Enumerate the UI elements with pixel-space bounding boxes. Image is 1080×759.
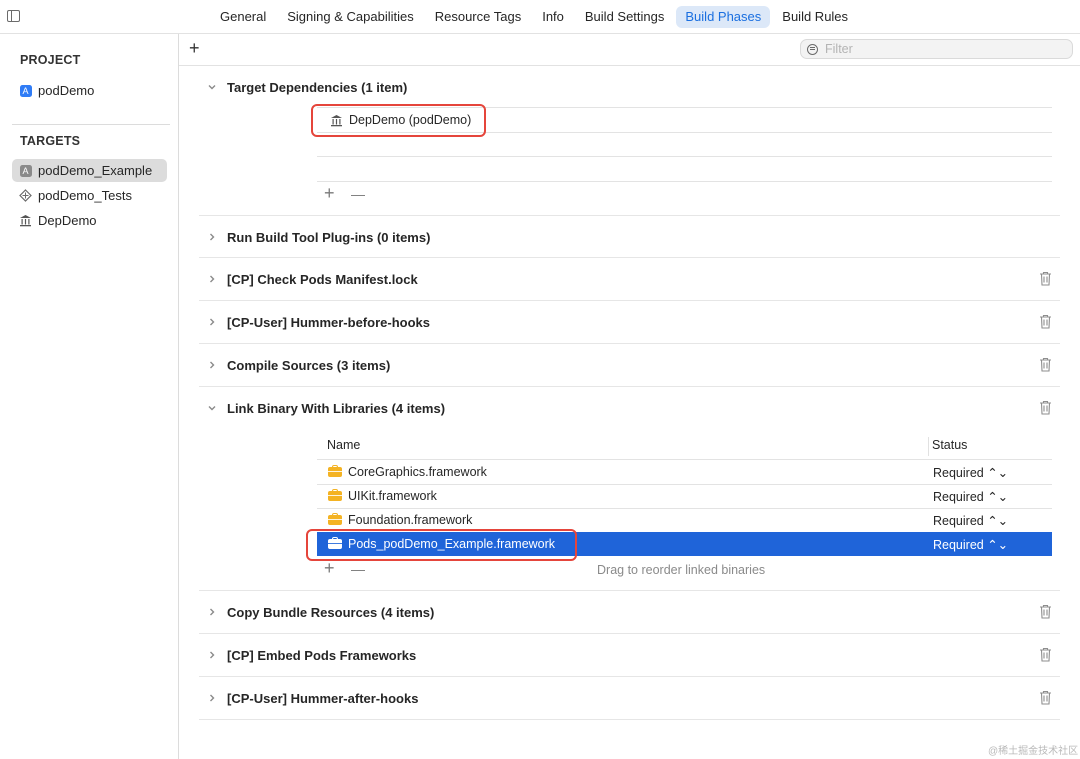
chevron-right-icon[interactable] [206, 273, 218, 285]
chevron-right-icon[interactable] [206, 649, 218, 661]
filter-icon [807, 43, 818, 55]
tab-build-phases[interactable]: Build Phases [676, 6, 771, 28]
trash-icon[interactable] [1039, 400, 1053, 416]
project-navigator-sidebar: PROJECT A podDemo TARGETS A podDemo_Exam… [0, 34, 179, 759]
phase-header[interactable]: Compile Sources (3 items) [199, 355, 390, 375]
column-header-status[interactable]: Status [932, 438, 967, 452]
library-name: Foundation.framework [348, 513, 473, 527]
app-icon: A [19, 164, 32, 177]
library-row[interactable]: CoreGraphics.framework Required ⌃⌄ [317, 460, 1052, 484]
remove-library-button[interactable]: — [351, 561, 365, 577]
phase-title: [CP-User] Hummer-before-hooks [227, 314, 430, 330]
filter-input[interactable] [823, 41, 1057, 57]
phase-divider [199, 257, 1060, 258]
test-bundle-icon [19, 189, 32, 202]
add-library-button[interactable]: + [324, 558, 335, 579]
sidebar-item-target-depdemo[interactable]: DepDemo [12, 209, 167, 232]
framework-toolbox-icon [328, 513, 342, 525]
status-popup[interactable]: Required ⌃⌄ [933, 513, 1008, 528]
phase-header[interactable]: Copy Bundle Resources (4 items) [199, 602, 434, 622]
tab-build-settings[interactable]: Build Settings [576, 6, 674, 28]
highlight-box [306, 529, 577, 561]
table-divider [317, 181, 1052, 182]
chevron-down-icon[interactable] [206, 81, 218, 93]
phase-divider [199, 590, 1060, 591]
drag-hint: Drag to reorder linked binaries [597, 563, 766, 577]
tab-signing-capabilities[interactable]: Signing & Capabilities [278, 6, 422, 28]
project-icon: A [19, 84, 32, 97]
framework-toolbox-icon [328, 489, 342, 501]
phase-title: Copy Bundle Resources (4 items) [227, 604, 435, 620]
sidebar-toggle-icon[interactable] [7, 10, 20, 22]
add-build-phase-button[interactable]: + [189, 38, 200, 59]
phase-header[interactable]: Run Build Tool Plug-ins (0 items) [199, 227, 430, 247]
remove-dependency-button[interactable]: — [351, 186, 365, 202]
sidebar-divider [12, 124, 170, 125]
chevron-right-icon[interactable] [206, 316, 218, 328]
project-section-header: PROJECT [20, 53, 81, 67]
trash-icon[interactable] [1039, 314, 1053, 330]
trash-icon[interactable] [1039, 357, 1053, 373]
phase-title: [CP] Check Pods Manifest.lock [227, 271, 418, 287]
phase-header[interactable]: [CP-User] Hummer-after-hooks [199, 688, 418, 708]
sidebar-item-label: podDemo_Tests [38, 188, 132, 203]
sidebar-item-target-tests[interactable]: podDemo_Tests [12, 184, 167, 207]
column-separator [928, 437, 929, 456]
tab-build-rules[interactable]: Build Rules [773, 6, 857, 28]
trash-icon[interactable] [1039, 690, 1053, 706]
tab-info[interactable]: Info [533, 6, 573, 28]
phase-title: Compile Sources (3 items) [227, 357, 391, 373]
framework-toolbox-icon [328, 465, 342, 477]
chevron-right-icon[interactable] [206, 692, 218, 704]
phase-header[interactable]: [CP] Embed Pods Frameworks [199, 645, 416, 665]
chevron-right-icon[interactable] [206, 606, 218, 618]
status-popup[interactable]: Required ⌃⌄ [933, 537, 1008, 552]
phase-title: [CP-User] Hummer-after-hooks [227, 690, 419, 706]
phase-title: [CP] Embed Pods Frameworks [227, 647, 417, 663]
library-name: UIKit.framework [348, 489, 437, 503]
phase-title: Target Dependencies (1 item) [227, 79, 408, 95]
chevron-down-icon[interactable] [206, 402, 218, 414]
sidebar-item-label: DepDemo [38, 213, 97, 228]
phase-header[interactable]: Link Binary With Libraries (4 items) [199, 398, 445, 418]
phase-header[interactable]: Target Dependencies (1 item) [199, 77, 407, 97]
framework-building-icon [19, 214, 32, 227]
tab-resource-tags[interactable]: Resource Tags [426, 6, 530, 28]
targets-section-header: TARGETS [20, 134, 81, 148]
build-phases-toolbar: + [179, 34, 1080, 66]
phase-title: Link Binary With Libraries (4 items) [227, 400, 446, 416]
phase-divider [199, 343, 1060, 344]
sidebar-item-project[interactable]: A podDemo [12, 79, 167, 102]
phase-divider [199, 300, 1060, 301]
sidebar-item-label: podDemo_Example [38, 163, 153, 178]
phase-divider [199, 676, 1060, 677]
highlight-box [311, 104, 486, 137]
phase-divider [199, 386, 1060, 387]
phase-header[interactable]: [CP] Check Pods Manifest.lock [199, 269, 418, 289]
watermark: @稀土掘金技术社区 [988, 746, 1079, 757]
filter-field[interactable] [800, 39, 1073, 59]
editor-tab-bar: General Signing & Capabilities Resource … [0, 0, 1080, 34]
sidebar-item-target-example[interactable]: A podDemo_Example [12, 159, 167, 182]
trash-icon[interactable] [1039, 647, 1053, 663]
chevron-right-icon[interactable] [206, 231, 218, 243]
trash-icon[interactable] [1039, 271, 1053, 287]
status-popup[interactable]: Required ⌃⌄ [933, 489, 1008, 504]
status-popup[interactable]: Required ⌃⌄ [933, 465, 1008, 480]
library-row[interactable]: UIKit.framework Required ⌃⌄ [317, 484, 1052, 508]
chevron-right-icon[interactable] [206, 359, 218, 371]
phase-divider [199, 633, 1060, 634]
tab-general[interactable]: General [211, 6, 275, 28]
phase-divider [199, 215, 1060, 216]
phase-header[interactable]: [CP-User] Hummer-before-hooks [199, 312, 430, 332]
settings-tabs: General Signing & Capabilities Resource … [211, 6, 860, 28]
column-header-name[interactable]: Name [327, 438, 360, 452]
phase-title: Run Build Tool Plug-ins (0 items) [227, 229, 431, 245]
add-dependency-button[interactable]: + [324, 183, 335, 204]
table-divider [317, 156, 1052, 157]
phase-divider [199, 719, 1060, 720]
sidebar-item-label: podDemo [38, 83, 95, 98]
library-name: CoreGraphics.framework [348, 465, 487, 479]
trash-icon[interactable] [1039, 604, 1053, 620]
